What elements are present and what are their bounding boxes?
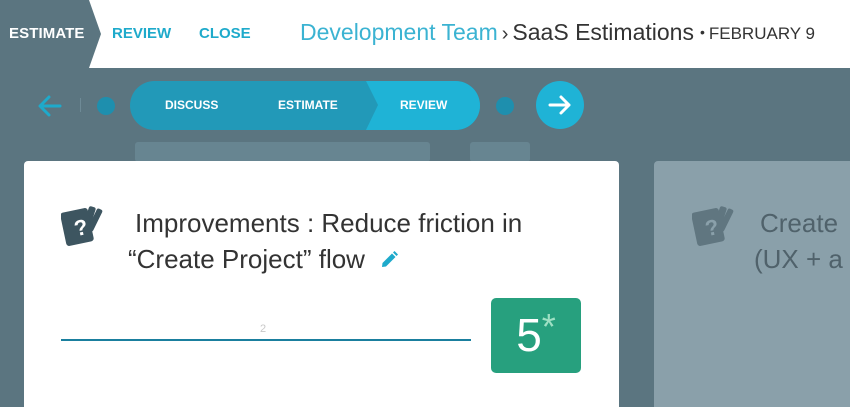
top-bar: ESTIMATE REVIEW CLOSE Development Team › S… (0, 0, 850, 68)
next-story-title: Create (UX + a (754, 205, 850, 277)
step-dot-right (496, 97, 514, 115)
story-title-line1: Improvements : Reduce friction in (135, 208, 523, 238)
score-badge[interactable]: 5* (491, 298, 581, 373)
cards-icon: ? (691, 204, 742, 248)
divider (80, 98, 81, 112)
breadcrumb-team[interactable]: Development Team (300, 19, 498, 45)
tab-estimate-label: ESTIMATE (9, 25, 85, 42)
next-story-title-line1: Create (760, 208, 839, 238)
arrow-right-icon (548, 95, 571, 115)
breadcrumb-separator: › (501, 23, 509, 45)
step-review[interactable]: REVIEW (400, 98, 447, 112)
vote-bar (61, 339, 471, 341)
vote-count: 2 (260, 323, 267, 335)
card-shadow (470, 142, 530, 162)
step-estimate[interactable]: ESTIMATE (278, 98, 338, 112)
back-arrow-icon[interactable] (36, 92, 64, 120)
story-card: ? Improvements : Reduce friction in “Cre… (24, 161, 619, 407)
breadcrumb-dot: • (699, 24, 705, 40)
pencil-icon[interactable] (379, 243, 399, 267)
cards-icon: ? (60, 204, 111, 248)
card-shadow (135, 142, 430, 162)
tab-estimate[interactable]: ESTIMATE (0, 0, 101, 68)
breadcrumb: Development Team › SaaS Estimations • FEBRUA… (300, 19, 815, 46)
breadcrumb-date: FEBRUARY 9 (708, 24, 815, 43)
next-button[interactable] (536, 81, 584, 129)
breadcrumb-project: SaaS Estimations (512, 19, 694, 45)
score-suffix: * (541, 306, 556, 347)
story-title: Improvements : Reduce friction in “Creat… (128, 205, 578, 277)
score-value: 5 (516, 309, 542, 361)
review-link[interactable]: REVIEW (112, 25, 171, 42)
next-story-title-line2: (UX + a (754, 244, 843, 274)
story-title-line2: “Create Project” flow (128, 244, 365, 274)
next-story-card[interactable]: ? Create (UX + a (654, 161, 850, 407)
step-progress: DISCUSS ESTIMATE REVIEW (130, 81, 480, 130)
close-link[interactable]: CLOSE (199, 25, 251, 42)
step-dot-left (97, 97, 115, 115)
step-discuss[interactable]: DISCUSS (165, 98, 218, 112)
